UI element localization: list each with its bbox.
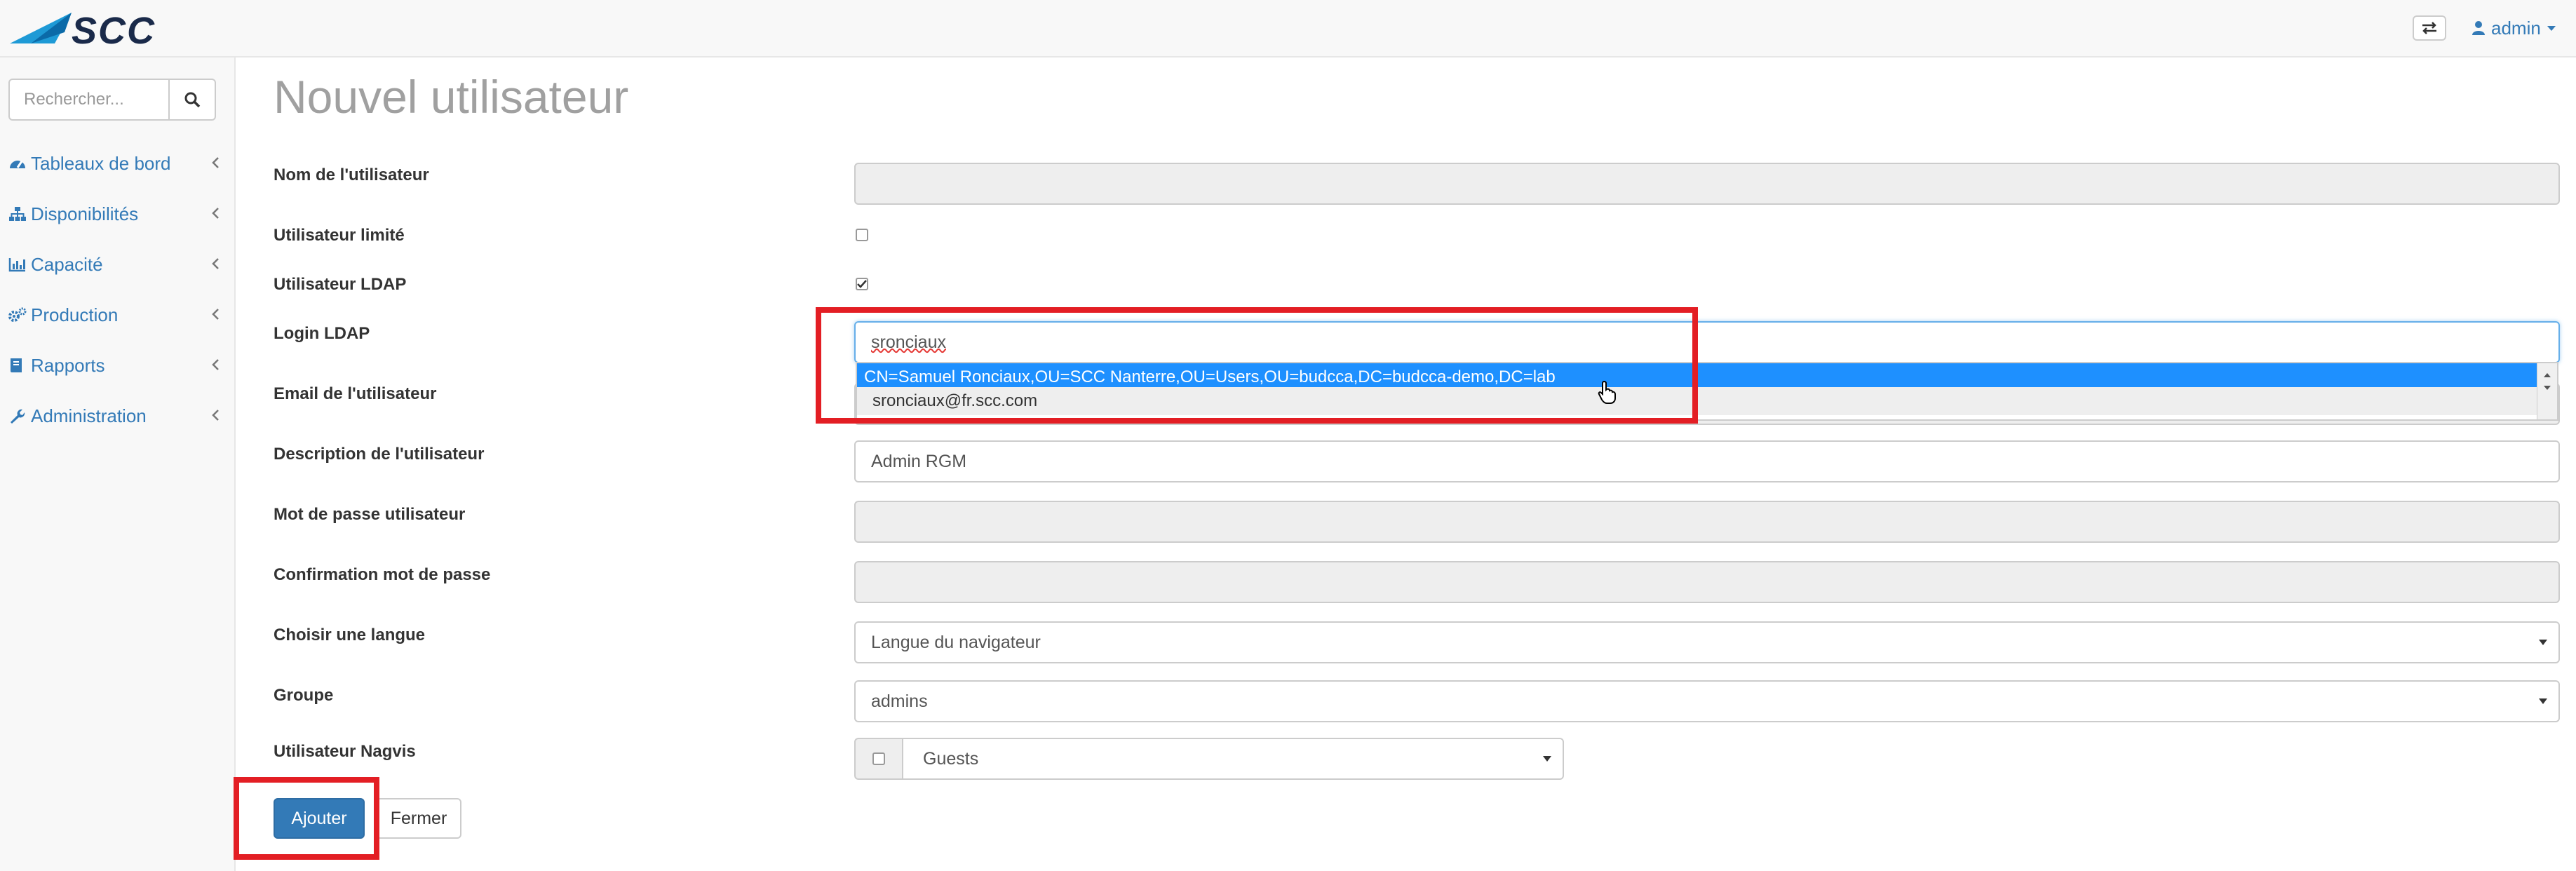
limited-user-label: Utilisateur limité	[274, 226, 405, 245]
scroll-up-icon	[2544, 373, 2551, 377]
caret-down-icon	[1543, 756, 1551, 762]
bar-chart-icon	[8, 255, 27, 274]
book-icon	[8, 356, 27, 374]
user-menu[interactable]: admin	[2472, 14, 2556, 42]
search-icon	[184, 92, 201, 108]
sidebar-item-label: Capacité	[31, 253, 103, 275]
email-field-value: sronciaux@fr.scc.com	[857, 387, 2557, 415]
language-label: Choisir une langue	[274, 626, 426, 644]
caret-down-icon	[2539, 698, 2547, 704]
sidebar-item-tableaux-de-bord[interactable]: Tableaux de bord	[0, 140, 234, 187]
description-label: Description de l'utilisateur	[274, 445, 485, 464]
ldap-user-checkbox[interactable]	[856, 278, 868, 290]
email-label: Email de l'utilisateur	[274, 384, 437, 403]
nagvis-checkbox-addon	[854, 738, 902, 780]
sidebar: Tableaux de bord Disponibilités Capacité…	[0, 58, 236, 871]
search-button[interactable]	[168, 79, 216, 121]
chevron-left-icon	[212, 410, 219, 421]
chevron-left-icon	[212, 258, 219, 269]
username-label: Nom de l'utilisateur	[274, 166, 429, 184]
swap-toggle-button[interactable]	[2413, 15, 2446, 41]
password-label: Mot de passe utilisateur	[274, 505, 466, 524]
ldap-login-label: Login LDAP	[274, 324, 370, 343]
username-field[interactable]	[854, 163, 2560, 205]
exchange-icon	[2422, 22, 2436, 34]
sidebar-item-administration[interactable]: Administration	[0, 393, 234, 439]
sidebar-item-label: Administration	[31, 405, 147, 426]
sidebar-item-disponibilites[interactable]: Disponibilités	[0, 191, 234, 237]
sidebar-item-capacite[interactable]: Capacité	[0, 241, 234, 288]
ldap-login-input[interactable]: sronciaux	[854, 321, 2560, 363]
search-input[interactable]	[8, 79, 168, 121]
nagvis-group-select[interactable]: Guests	[902, 738, 1564, 780]
hand-cursor-icon	[1598, 380, 1616, 404]
sidebar-item-label: Rapports	[31, 354, 105, 376]
wrench-icon	[8, 407, 27, 425]
language-select-value: Langue du navigateur	[871, 632, 1041, 652]
scc-logo[interactable]: SCC	[6, 4, 205, 52]
description-input[interactable]: Admin RGM	[854, 440, 2560, 482]
close-button[interactable]: Fermer	[376, 798, 461, 839]
page-title: Nouvel utilisateur	[274, 71, 629, 123]
chevron-left-icon	[212, 309, 219, 320]
nagvis-user-label: Utilisateur Nagvis	[274, 742, 416, 761]
nagvis-user-checkbox[interactable]	[872, 752, 885, 765]
autocomplete-scrollbar[interactable]	[2537, 363, 2557, 419]
password-field[interactable]	[854, 501, 2560, 543]
caret-down-icon	[2547, 26, 2556, 31]
ldap-user-label: Utilisateur LDAP	[274, 275, 407, 294]
password-confirm-field[interactable]	[854, 561, 2560, 603]
user-icon	[2472, 21, 2485, 35]
ldap-login-value: sronciaux	[871, 332, 946, 352]
sidebar-search	[8, 79, 216, 121]
caret-down-icon	[2539, 640, 2547, 645]
sidebar-item-label: Disponibilités	[31, 203, 139, 224]
group-select-value: admins	[871, 691, 928, 711]
password-confirm-label: Confirmation mot de passe	[274, 565, 491, 584]
scroll-down-icon	[2544, 386, 2551, 390]
svg-text:SCC: SCC	[72, 10, 156, 52]
user-menu-label: admin	[2491, 17, 2541, 39]
sidebar-item-label: Tableaux de bord	[31, 152, 171, 174]
chevron-left-icon	[212, 208, 219, 219]
limited-user-checkbox[interactable]	[856, 229, 868, 241]
nagvis-group: Guests	[854, 738, 1564, 780]
sitemap-icon	[8, 205, 27, 223]
top-navbar: SCC admin	[0, 0, 2576, 58]
group-label: Groupe	[274, 686, 334, 705]
sidebar-item-production[interactable]: Production	[0, 292, 234, 338]
ldap-autocomplete-list: CN=Samuel Ronciaux,OU=SCC Nanterre,OU=Us…	[856, 362, 2558, 421]
dashboard-icon	[8, 154, 27, 173]
checkmark-icon	[857, 280, 867, 288]
group-select[interactable]: admins	[854, 680, 2560, 722]
gears-icon	[8, 306, 27, 324]
nagvis-group-value: Guests	[923, 748, 979, 769]
chevron-left-icon	[212, 157, 219, 168]
add-user-button[interactable]: Ajouter	[274, 798, 365, 839]
chevron-left-icon	[212, 359, 219, 370]
language-select[interactable]: Langue du navigateur	[854, 621, 2560, 663]
sidebar-item-label: Production	[31, 304, 119, 325]
sidebar-item-rapports[interactable]: Rapports	[0, 342, 234, 389]
